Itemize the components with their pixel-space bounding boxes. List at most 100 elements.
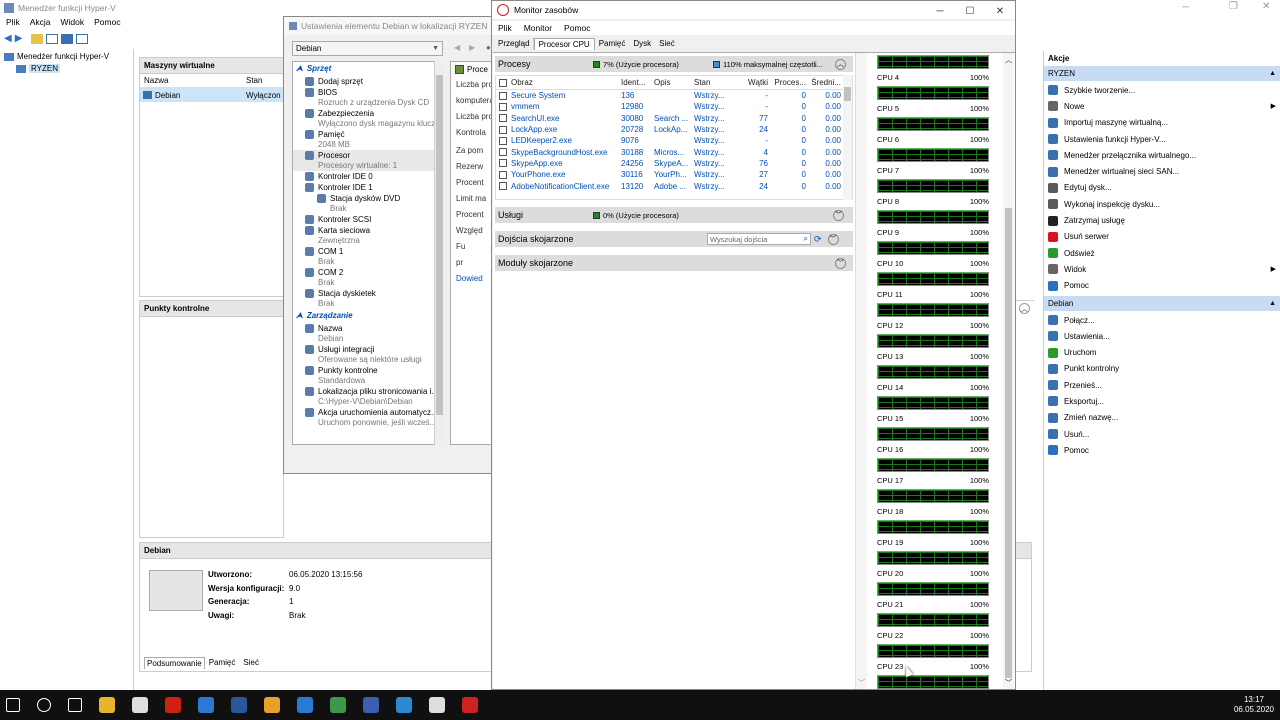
handles-search-input[interactable]: Wyszukaj dojścia ⌕	[707, 233, 811, 245]
nav-back-icon[interactable]: ◀	[454, 43, 460, 52]
process-row[interactable]: SkypeBackgroundHost.exe 30188 Micros... Wst…	[496, 146, 852, 157]
process-scrollbar[interactable]	[843, 75, 852, 200]
refresh-icon[interactable]: ⟳	[814, 234, 822, 245]
vm-action-item[interactable]: Zmień nazwę...	[1044, 410, 1280, 426]
processes-header[interactable]: Procesy 7% (Użycie procesora) 110% maksy…	[495, 56, 853, 72]
settings-tree-item[interactable]: Dodaj sprzęt	[293, 76, 443, 87]
collapse-icon[interactable]: ︿	[1019, 303, 1030, 314]
settings-tree-item[interactable]: Karta sieciowa Zewnętrzna	[293, 225, 443, 246]
app-red-icon[interactable]	[165, 697, 181, 713]
settings-tree-item[interactable]: COM 2 Brak	[293, 267, 443, 288]
vm-action-item[interactable]: Pomoc	[1044, 442, 1280, 458]
host-action-item[interactable]: Wykonaj inspekcję dysku...	[1044, 196, 1280, 212]
app-tool-icon[interactable]	[363, 697, 379, 713]
handles-header[interactable]: Dojścia skojarzone Wyszukaj dojścia ⌕ ⟳ …	[495, 231, 853, 247]
hw-section-header[interactable]: ⮝ Sprzęt	[293, 62, 443, 76]
host-action-item[interactable]: Menedżer przełącznika wirtualnego...	[1044, 147, 1280, 163]
chrome-icon[interactable]	[264, 697, 280, 713]
actions-vm-header[interactable]: Debian ▲	[1044, 295, 1280, 311]
left-pane-scrollbar[interactable]: ﹀	[855, 53, 867, 689]
vm-row[interactable]: Debian Wyłączon	[140, 88, 283, 102]
process-checkbox[interactable]	[499, 91, 507, 100]
tab-cpu[interactable]: Procesor CPU	[533, 38, 595, 50]
tree-host-ryzen[interactable]: RYZEN	[0, 64, 133, 73]
app-blue-icon[interactable]	[198, 697, 214, 713]
settings-tree-item[interactable]: Kontroler IDE 1	[293, 182, 443, 193]
col-cpu[interactable]: Proces...	[768, 78, 806, 87]
process-checkbox[interactable]	[499, 170, 507, 179]
hyperv-menu-file[interactable]: Plik	[6, 17, 20, 27]
host-action-item[interactable]: Zatrzymaj usługę	[1044, 212, 1280, 228]
tree-root[interactable]: Menedżer funkcji Hyper-V	[0, 49, 133, 64]
process-row[interactable]: SkypeApp.exe 24256 SkypeA... Wstrzy... 76 0 0.…	[496, 158, 852, 169]
settings-tree-item[interactable]: COM 1 Brak	[293, 246, 443, 267]
select-all-checkbox[interactable]	[499, 78, 507, 87]
tab-summary[interactable]: Podsumowanie	[144, 657, 205, 669]
task-view-icon[interactable]	[68, 698, 82, 712]
process-row[interactable]: LEDKeeper2.exe 9076 Wstrzy... - 0 0.00	[496, 135, 852, 146]
settings-tree-item[interactable]: Lokalizacja pliku stronicowania i... C:\H…	[293, 386, 443, 407]
process-row[interactable]: vmmem 12980 Wstrzy... - 0 0.00	[496, 101, 852, 112]
actions-host-header[interactable]: RYZEN ▲	[1044, 66, 1280, 81]
app-doc-icon[interactable]	[231, 697, 247, 713]
vm-action-item[interactable]: Uruchom	[1044, 344, 1280, 360]
settings-tree-item[interactable]: Kontroler IDE 0	[293, 171, 443, 182]
expand-circle-icon[interactable]: ﹀	[827, 233, 839, 245]
settings-tree-item[interactable]: Zabezpieczenia Wyłączono dysk magazynu kl…	[293, 108, 443, 129]
tab-overview[interactable]: Przegląd	[495, 38, 534, 50]
vm-action-item[interactable]: Ustawienia...	[1044, 328, 1280, 344]
settings-tree-item[interactable]: Akcja uruchomienia automatycz... Uruchom …	[293, 407, 443, 428]
host-action-item[interactable]: Ustawienia funkcji Hyper-V...	[1044, 131, 1280, 147]
collapse-circle-icon[interactable]: ︿	[835, 58, 846, 70]
host-action-item[interactable]: Pomoc	[1044, 278, 1280, 294]
vm-col-name[interactable]: Nazwa	[140, 76, 246, 85]
process-checkbox[interactable]	[499, 182, 507, 191]
host-action-item[interactable]: Importuj maszynę wirtualną...	[1044, 115, 1280, 131]
expand-circle-icon[interactable]: ﹀	[833, 209, 844, 221]
host-action-item[interactable]: Menedżer wirtualnej sieci SAN...	[1044, 163, 1280, 179]
process-row[interactable]: AdobeNotificationClient.exe 13120 Adobe ..…	[496, 180, 852, 191]
modules-header[interactable]: Moduły skojarzone ﹀	[495, 255, 853, 271]
process-row[interactable]: LockApp.exe 20728 LockAp... Wstrzy... 24 0 0.0…	[496, 124, 852, 135]
tab-network[interactable]: Sieć	[239, 657, 263, 669]
host-action-item[interactable]: Odśwież	[1044, 245, 1280, 261]
resmon-menu-help[interactable]: Pomoc	[564, 23, 590, 33]
services-header[interactable]: Usługi 0% (Użycie procesora) ﹀	[495, 207, 853, 223]
col-desc[interactable]: Opis	[654, 78, 694, 87]
host-action-item[interactable]: Szybkie tworzenie...	[1044, 82, 1280, 98]
app-gauge-icon[interactable]	[429, 697, 445, 713]
tab-memory[interactable]: Pamięć	[205, 657, 240, 669]
process-checkbox[interactable]	[499, 159, 507, 168]
process-row[interactable]: Secure System 136 Wstrzy... - 0 0.00	[496, 90, 852, 101]
resmon-icon[interactable]	[462, 697, 478, 713]
hyperv-menu-view[interactable]: Widok	[61, 17, 85, 27]
vm-action-item[interactable]: Połącz...	[1044, 312, 1280, 328]
help-icon[interactable]	[61, 33, 74, 44]
properties-icon[interactable]	[76, 33, 89, 44]
hyperv-menu-action[interactable]: Akcja	[30, 17, 51, 27]
vm-action-item[interactable]: Punkt kontrolny	[1044, 361, 1280, 377]
tab-disk[interactable]: Dysk	[629, 38, 655, 50]
resmon-maximize-button[interactable]: ☐	[955, 2, 985, 20]
nav-forward-icon[interactable]: ▶	[469, 43, 475, 52]
hyperv-maximize-button[interactable]: ❐	[1229, 1, 1238, 12]
process-row[interactable]: YourPhone.exe 30116 YourPh... Wstrzy... 27 0 0…	[496, 169, 852, 180]
settings-tree-item[interactable]: Punkty kontrolne Standardowa	[293, 365, 443, 386]
host-action-item[interactable]: Usuń serwer	[1044, 229, 1280, 245]
tab-network[interactable]: Sieć	[655, 38, 679, 50]
edge-icon[interactable]	[396, 697, 412, 713]
file-explorer-icon[interactable]	[99, 697, 115, 713]
host-action-item[interactable]: Nowe ▶	[1044, 98, 1280, 114]
app-green-icon[interactable]	[330, 697, 346, 713]
windows-icon[interactable]	[6, 698, 20, 712]
resmon-menu-file[interactable]: Plik	[498, 23, 512, 33]
col-state[interactable]: Stan	[694, 78, 746, 87]
col-pid[interactable]: Ident...	[621, 78, 654, 87]
host-action-item[interactable]: Widok ▶	[1044, 261, 1280, 277]
resmon-menu-monitor[interactable]: Monitor	[524, 23, 552, 33]
col-image[interactable]: Obraz	[511, 78, 621, 87]
vm-action-item[interactable]: Eksportuj...	[1044, 393, 1280, 409]
expand-circle-icon[interactable]: ﹀	[835, 257, 846, 269]
back-icon[interactable]: ◀	[4, 33, 12, 44]
folder-icon[interactable]	[31, 33, 44, 44]
